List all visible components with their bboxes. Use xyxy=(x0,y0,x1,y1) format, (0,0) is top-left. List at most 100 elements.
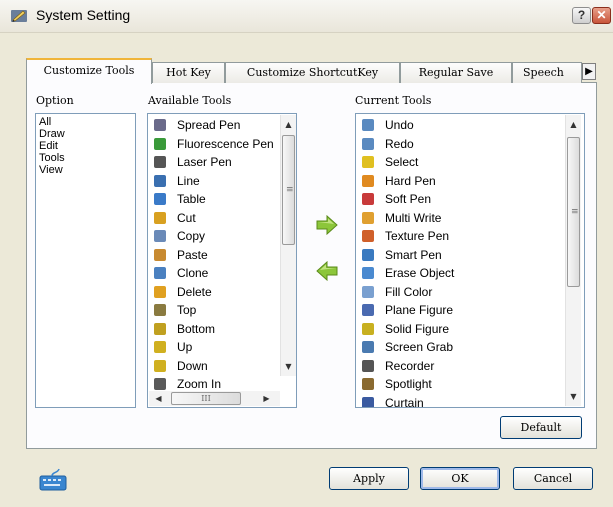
scroll-grip-icon: ≡ xyxy=(286,185,294,195)
scroll-grip-icon: ≡ xyxy=(571,207,579,217)
add-tool-arrow-right-icon[interactable] xyxy=(315,215,339,235)
current-tool-item-label: Soft Pen xyxy=(385,192,432,206)
down-arrow-icon xyxy=(154,359,166,372)
bottom-icon xyxy=(154,322,166,335)
current-tool-item-label: Plane Figure xyxy=(385,303,454,317)
option-item-view[interactable]: View xyxy=(36,164,135,176)
available-tool-item-label: Bottom xyxy=(177,321,216,336)
current-tools-label: Current Tools xyxy=(355,94,432,107)
scroll-up-button[interactable]: ▲ xyxy=(281,117,296,132)
available-horizontal-scrollbar[interactable]: ◀ III ▶ xyxy=(149,391,280,406)
available-tools-label: Available Tools xyxy=(148,94,232,107)
curtain-icon xyxy=(362,396,374,407)
current-tool-item-label: Solid Figure xyxy=(385,321,450,336)
option-list[interactable]: All Draw Edit Tools View xyxy=(35,113,136,408)
current-tool-item-label: Erase Object xyxy=(385,266,455,280)
option-item-edit[interactable]: Edit xyxy=(36,140,135,152)
apply-button[interactable]: Apply xyxy=(329,467,409,490)
option-item-draw[interactable]: Draw xyxy=(36,128,135,140)
scroll-right-button[interactable]: ▶ xyxy=(259,391,274,406)
undo-icon xyxy=(362,119,374,131)
option-label: Option xyxy=(36,94,74,107)
available-tool-item-label: Cut xyxy=(177,210,196,225)
current-tool-item-label: Multi Write xyxy=(385,210,442,225)
top-icon xyxy=(154,304,166,316)
current-tool-item-label: Undo xyxy=(385,118,414,132)
ok-button[interactable]: OK xyxy=(420,467,500,490)
smart-pen-icon xyxy=(362,248,374,261)
available-tool-item-label: Top xyxy=(177,303,197,317)
multi-write-icon xyxy=(362,211,374,224)
cancel-button[interactable]: Cancel xyxy=(513,467,593,490)
current-tool-item-label: Redo xyxy=(385,136,414,151)
recorder-icon xyxy=(362,359,374,372)
plane-figure-icon xyxy=(362,304,374,316)
option-item-tools[interactable]: Tools xyxy=(36,152,135,164)
available-tool-item-label: Clone xyxy=(177,266,209,280)
pen-tool-icon xyxy=(11,10,27,22)
table-icon xyxy=(154,193,166,205)
tab-customize-tools[interactable]: Customize Tools xyxy=(26,58,152,84)
line-icon xyxy=(154,174,166,187)
current-tool-item-label: Recorder xyxy=(385,358,435,373)
current-tool-item-label: Select xyxy=(385,155,419,169)
fluorescence-pen-icon xyxy=(154,137,166,150)
redo-icon xyxy=(362,137,374,150)
zoom-in-icon xyxy=(154,378,166,390)
available-tool-item-label: Paste xyxy=(177,247,208,262)
available-tool-item-label: Down xyxy=(177,358,208,373)
horizontal-scroll-thumb[interactable]: III xyxy=(171,392,241,405)
scroll-thumb[interactable]: ≡ xyxy=(567,137,580,287)
available-tool-item-label: Laser Pen xyxy=(177,155,232,169)
erase-object-icon xyxy=(362,267,374,279)
up-arrow-icon xyxy=(154,341,166,353)
screen-grab-icon xyxy=(362,341,374,353)
current-vertical-scrollbar[interactable]: ▲ ≡ ▼ xyxy=(565,115,581,406)
tab-speech[interactable]: Speech xyxy=(512,62,582,83)
available-tools-list[interactable]: Zoom In Down Up Bottom Top Delete Clone Paste Co… xyxy=(147,113,297,408)
scroll-thumb[interactable]: ≡ xyxy=(282,135,295,245)
clone-icon xyxy=(154,267,166,279)
current-tool-item-label: Fill Color xyxy=(385,284,433,299)
tab-regular-save[interactable]: Regular Save xyxy=(400,62,512,83)
current-tool-item-label: Screen Grab xyxy=(385,340,454,354)
paste-icon xyxy=(154,248,166,261)
scroll-left-button[interactable]: ◀ xyxy=(151,391,166,406)
available-tool-item-label: Up xyxy=(177,340,193,354)
laser-pen-icon xyxy=(154,156,166,168)
scroll-down-button[interactable]: ▼ xyxy=(281,359,296,374)
remove-tool-arrow-left-icon[interactable] xyxy=(315,261,339,281)
solid-figure-icon xyxy=(362,322,374,335)
current-tool-item-label: Smart Pen xyxy=(385,247,442,262)
close-button[interactable]: ✕ xyxy=(592,7,611,24)
texture-pen-icon xyxy=(362,230,374,242)
keyboard-icon[interactable] xyxy=(38,468,68,492)
available-tool-item-label: Fluorescence Pen xyxy=(177,136,274,151)
tab-scroll-right-button[interactable]: ▶ xyxy=(582,63,596,80)
tab-customize-shortcutkey[interactable]: Customize ShortcutKey xyxy=(225,62,400,83)
current-tools-list[interactable]: Curtain Spotlight Recorder Screen Grab Solid… xyxy=(355,113,585,408)
spread-pen-icon xyxy=(154,119,166,131)
available-vertical-scrollbar[interactable]: ▲ ≡ ▼ xyxy=(280,115,296,376)
select-icon xyxy=(362,156,374,168)
fill-color-icon xyxy=(362,285,374,298)
delete-icon xyxy=(154,285,166,298)
soft-pen-icon xyxy=(362,193,374,205)
scroll-up-button[interactable]: ▲ xyxy=(566,117,581,132)
tab-hot-key[interactable]: Hot Key xyxy=(152,62,225,83)
hard-pen-icon xyxy=(362,174,374,187)
default-button[interactable]: Default xyxy=(500,416,582,439)
option-item-all[interactable]: All xyxy=(36,116,135,128)
available-tool-item-label: Line xyxy=(177,173,200,188)
available-tool-item-label: Table xyxy=(177,192,206,206)
spotlight-icon xyxy=(362,378,374,390)
scroll-down-button[interactable]: ▼ xyxy=(566,389,581,404)
available-tool-item-label: Copy xyxy=(177,229,206,243)
scissors-icon xyxy=(154,211,166,224)
copy-icon xyxy=(154,230,166,242)
available-tool-item-label: Spread Pen xyxy=(177,118,241,132)
title-bar[interactable]: System Setting ? ✕ xyxy=(0,0,613,33)
system-setting-window: System Setting ? ✕ Customize Tools Hot K… xyxy=(0,0,613,507)
help-button[interactable]: ? xyxy=(572,7,591,24)
current-tool-item-label: Spotlight xyxy=(385,377,432,391)
